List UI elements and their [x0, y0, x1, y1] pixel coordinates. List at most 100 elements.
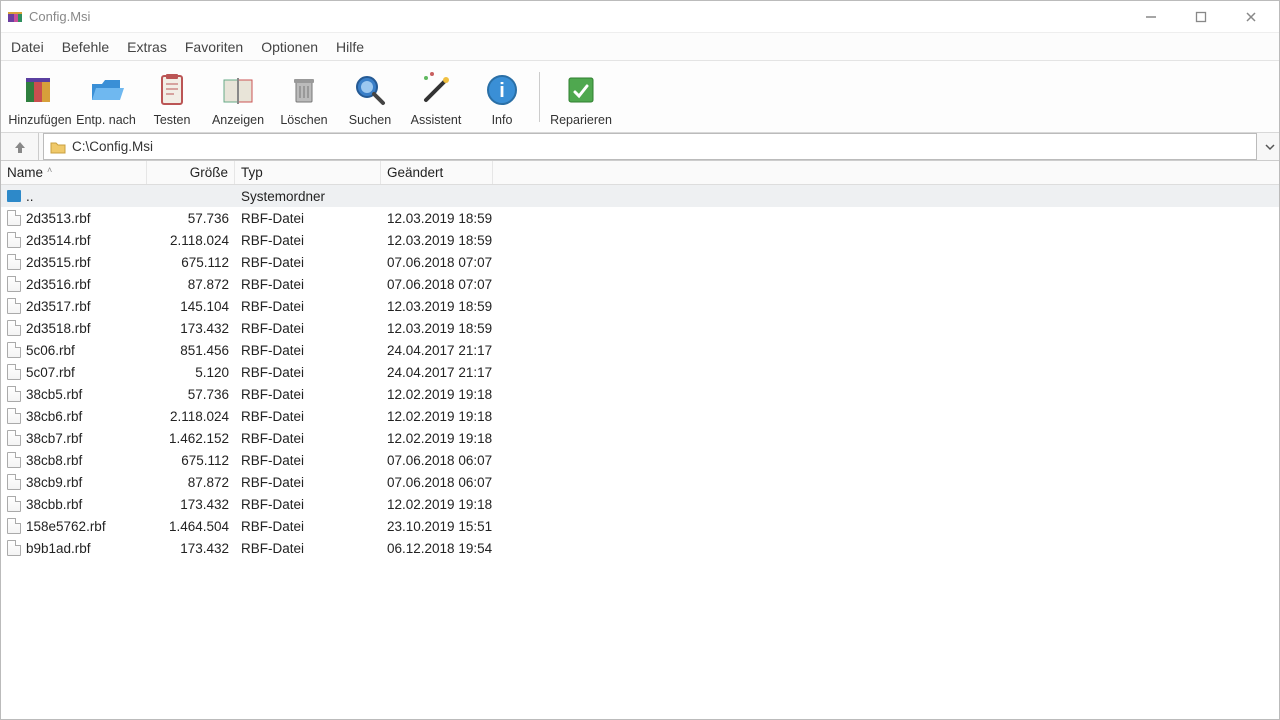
- file-row[interactable]: 5c07.rbf5.120RBF-Datei24.04.2017 21:17: [1, 361, 1279, 383]
- file-icon: [7, 210, 21, 226]
- file-name: b9b1ad.rbf: [26, 541, 91, 556]
- file-row[interactable]: 38cb9.rbf87.872RBF-Datei07.06.2018 06:07: [1, 471, 1279, 493]
- col-header-modified[interactable]: Geändert: [381, 161, 493, 184]
- file-row[interactable]: 2d3516.rbf87.872RBF-Datei07.06.2018 07:0…: [1, 273, 1279, 295]
- file-modified: 12.02.2019 19:18: [387, 497, 492, 512]
- file-icon: [7, 232, 21, 248]
- file-row[interactable]: 38cb8.rbf675.112RBF-Datei07.06.2018 06:0…: [1, 449, 1279, 471]
- menu-befehle[interactable]: Befehle: [62, 39, 109, 55]
- file-size: 57.736: [188, 387, 229, 402]
- file-row[interactable]: 2d3518.rbf173.432RBF-Datei12.03.2019 18:…: [1, 317, 1279, 339]
- file-row[interactable]: 158e5762.rbf1.464.504RBF-Datei23.10.2019…: [1, 515, 1279, 537]
- toolbar: Hinzufügen Entp. nach Testen Anzeigen Lö…: [1, 61, 1279, 133]
- books-icon: [20, 70, 60, 110]
- file-row[interactable]: 38cb7.rbf1.462.152RBF-Datei12.02.2019 19…: [1, 427, 1279, 449]
- menu-optionen[interactable]: Optionen: [261, 39, 318, 55]
- tool-delete[interactable]: Löschen: [271, 64, 337, 130]
- file-icon: [7, 276, 21, 292]
- file-size: 57.736: [188, 211, 229, 226]
- file-type: RBF-Datei: [241, 475, 304, 490]
- file-row[interactable]: 5c06.rbf851.456RBF-Datei24.04.2017 21:17: [1, 339, 1279, 361]
- col-header-type[interactable]: Typ: [235, 161, 381, 184]
- file-size: 87.872: [188, 475, 229, 490]
- file-size: 1.462.152: [169, 431, 229, 446]
- file-row[interactable]: 2d3515.rbf675.112RBF-Datei07.06.2018 07:…: [1, 251, 1279, 273]
- close-button[interactable]: [1237, 7, 1265, 27]
- file-icon: [7, 474, 21, 490]
- file-row[interactable]: 2d3517.rbf145.104RBF-Datei12.03.2019 18:…: [1, 295, 1279, 317]
- file-modified: 07.06.2018 07:07: [387, 255, 492, 270]
- arrow-up-icon: [12, 139, 28, 155]
- menu-favoriten[interactable]: Favoriten: [185, 39, 243, 55]
- path-field[interactable]: C:\Config.Msi: [43, 133, 1257, 160]
- tool-add[interactable]: Hinzufügen: [7, 64, 73, 130]
- file-size: 675.112: [181, 453, 229, 468]
- file-icon: [7, 452, 21, 468]
- tool-label: Info: [492, 113, 513, 127]
- search-icon: [350, 70, 390, 110]
- file-name: 2d3516.rbf: [26, 277, 91, 292]
- tool-search[interactable]: Suchen: [337, 64, 403, 130]
- svg-text:i: i: [499, 80, 505, 102]
- file-type: RBF-Datei: [241, 277, 304, 292]
- file-row[interactable]: 2d3514.rbf2.118.024RBF-Datei12.03.2019 1…: [1, 229, 1279, 251]
- tool-repair[interactable]: Reparieren: [544, 64, 618, 130]
- path-dropdown[interactable]: [1261, 142, 1279, 152]
- file-size: 173.432: [180, 321, 229, 336]
- file-icon: [7, 430, 21, 446]
- file-name: 38cb5.rbf: [26, 387, 82, 402]
- file-row[interactable]: 38cb6.rbf2.118.024RBF-Datei12.02.2019 19…: [1, 405, 1279, 427]
- up-button[interactable]: [1, 133, 39, 160]
- maximize-button[interactable]: [1187, 7, 1215, 27]
- file-row[interactable]: 38cb5.rbf57.736RBF-Datei12.02.2019 19:18: [1, 383, 1279, 405]
- file-size: 5.120: [195, 365, 229, 380]
- column-headers: Name˄ Größe Typ Geändert: [1, 161, 1279, 185]
- app-window: Config.Msi Datei Befehle Extras Favorite…: [0, 0, 1280, 720]
- tool-extract[interactable]: Entp. nach: [73, 64, 139, 130]
- col-header-name[interactable]: Name˄: [1, 161, 147, 184]
- file-size: 851.456: [180, 343, 229, 358]
- file-name: 5c06.rbf: [26, 343, 75, 358]
- file-type: RBF-Datei: [241, 387, 304, 402]
- file-modified: 06.12.2018 19:54: [387, 541, 492, 556]
- file-name: 5c07.rbf: [26, 365, 75, 380]
- menu-datei[interactable]: Datei: [11, 39, 44, 55]
- trash-icon: [284, 70, 324, 110]
- file-row[interactable]: 2d3513.rbf57.736RBF-Datei12.03.2019 18:5…: [1, 207, 1279, 229]
- file-name: 2d3518.rbf: [26, 321, 91, 336]
- col-header-size[interactable]: Größe: [147, 161, 235, 184]
- file-icon: [7, 298, 21, 314]
- file-name: 158e5762.rbf: [26, 519, 106, 534]
- window-title: Config.Msi: [29, 9, 90, 24]
- menu-hilfe[interactable]: Hilfe: [336, 39, 364, 55]
- minimize-button[interactable]: [1137, 7, 1165, 27]
- file-type: RBF-Datei: [241, 431, 304, 446]
- menu-extras[interactable]: Extras: [127, 39, 167, 55]
- file-type: RBF-Datei: [241, 541, 304, 556]
- file-modified: 12.03.2019 18:59: [387, 233, 492, 248]
- book-open-icon: [218, 70, 258, 110]
- file-name: 38cb6.rbf: [26, 409, 82, 424]
- file-modified: 12.02.2019 19:18: [387, 409, 492, 424]
- tool-test[interactable]: Testen: [139, 64, 205, 130]
- file-modified: 24.04.2017 21:17: [387, 343, 492, 358]
- file-type: RBF-Datei: [241, 497, 304, 512]
- file-type: RBF-Datei: [241, 321, 304, 336]
- info-icon: i: [482, 70, 522, 110]
- file-icon: [7, 408, 21, 424]
- pathbar: C:\Config.Msi: [1, 133, 1279, 161]
- file-row[interactable]: 38cbb.rbf173.432RBF-Datei12.02.2019 19:1…: [1, 493, 1279, 515]
- file-name: 2d3517.rbf: [26, 299, 91, 314]
- file-name: 38cb8.rbf: [26, 453, 82, 468]
- file-name: 38cb7.rbf: [26, 431, 82, 446]
- tool-wizard[interactable]: Assistent: [403, 64, 469, 130]
- tool-label: Hinzufügen: [8, 113, 71, 127]
- file-icon: [7, 386, 21, 402]
- parent-folder-row[interactable]: .. Systemordner: [1, 185, 1279, 207]
- tool-view[interactable]: Anzeigen: [205, 64, 271, 130]
- tool-info[interactable]: i Info: [469, 64, 535, 130]
- file-row[interactable]: b9b1ad.rbf 173.432 RBF-Datei 06.12.2018 19:…: [1, 537, 1279, 559]
- file-list[interactable]: Name˄ Größe Typ Geändert .. Systemordner…: [1, 161, 1279, 719]
- file-size: 173.432: [180, 541, 229, 556]
- menubar: Datei Befehle Extras Favoriten Optionen …: [1, 33, 1279, 61]
